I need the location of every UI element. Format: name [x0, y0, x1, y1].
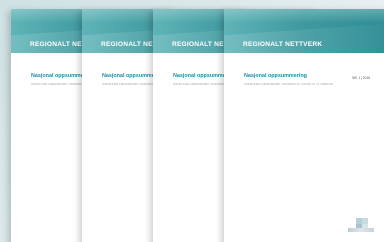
report-header-band: REGIONALT NETTVERK: [224, 9, 384, 53]
header-label: REGIONALT NETTVERK: [243, 41, 323, 48]
report-stack: REGIONALT NETTVERK Nasjonal oppsummering…: [0, 0, 384, 242]
report-subtitle: INTERVJUER GJENNOMFØRT I PERIODEN 26. JA…: [244, 83, 333, 86]
logo-icon: [348, 218, 374, 234]
issue-number: NR. 1 | 2016: [352, 76, 370, 80]
report-title: Nasjonal oppsummering: [244, 73, 307, 79]
report-cover-4: REGIONALT NETTVERK Nasjonal oppsummering…: [224, 9, 384, 242]
